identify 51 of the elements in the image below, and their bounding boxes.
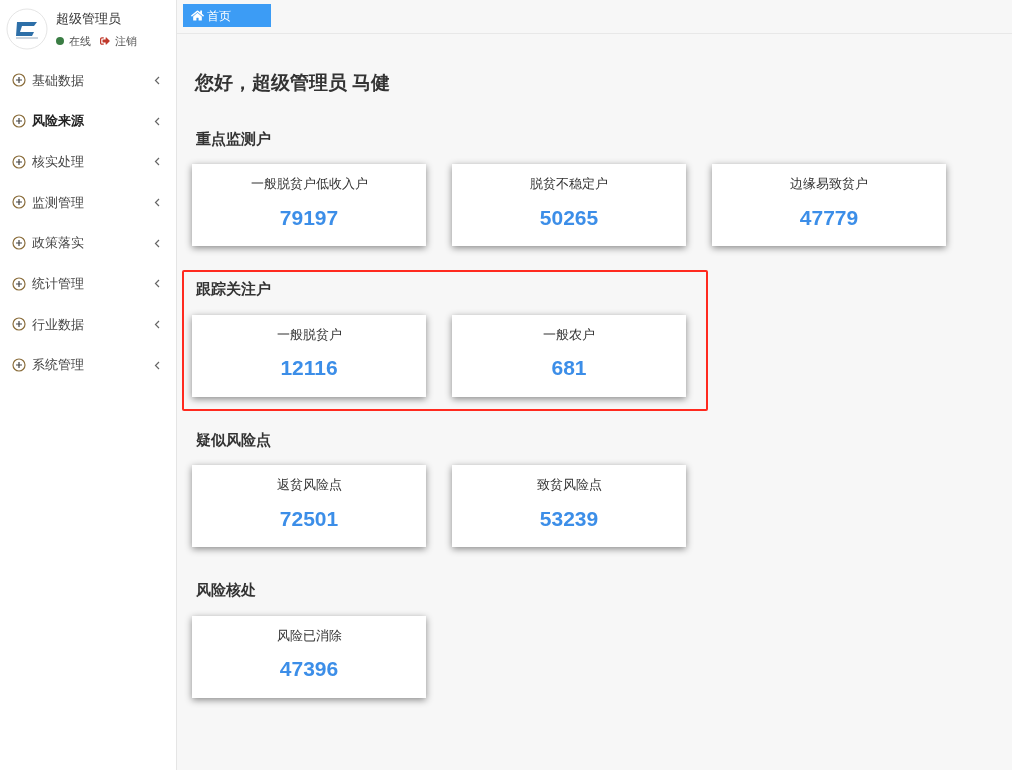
- plus-circle-icon: [12, 317, 26, 332]
- plus-circle-icon: [12, 195, 26, 210]
- stat-label: 一般脱贫户: [276, 325, 342, 344]
- menu-item[interactable]: 政策落实: [0, 222, 176, 264]
- menu-item[interactable]: 行业数据: [0, 304, 176, 345]
- menu-item[interactable]: 核实处理: [0, 141, 176, 183]
- logout-icon: [100, 36, 110, 47]
- stat-label: 返贫风险点: [276, 476, 342, 494]
- section-title: 风险核处: [196, 580, 257, 600]
- stat-value: 53239: [539, 505, 599, 532]
- chevron-left-icon: [154, 360, 160, 370]
- chevron-left-icon: [154, 319, 160, 329]
- menu-item[interactable]: 基础数据: [0, 60, 176, 101]
- menu-item[interactable]: 风险来源: [0, 100, 176, 142]
- chevron-left-icon: [154, 238, 160, 248]
- plus-circle-icon: [12, 358, 26, 373]
- online-status: 在线: [69, 34, 91, 49]
- menu-item[interactable]: 系统管理: [0, 344, 176, 386]
- stat-value: 50265: [539, 204, 599, 231]
- stat-value: 79197: [279, 204, 339, 231]
- stat-label: 边缘易致贫户: [790, 175, 868, 193]
- stat-label: 脱贫不稳定户: [530, 175, 608, 193]
- home-icon: [191, 9, 204, 22]
- stat-label: 风险已消除: [276, 626, 342, 645]
- menu-item[interactable]: 统计管理: [0, 263, 176, 305]
- plus-circle-icon: [12, 236, 26, 251]
- logout-link[interactable]: 注销: [115, 33, 137, 50]
- stat-label: 一般农户: [543, 325, 595, 344]
- stat-value: 72501: [279, 505, 339, 532]
- plus-circle-icon: [12, 73, 26, 88]
- menu-item[interactable]: 监测管理: [0, 182, 176, 223]
- stat-value: 12116: [280, 355, 338, 381]
- plus-circle-icon: [12, 276, 26, 291]
- logo-icon: [6, 8, 48, 50]
- greeting-title: 您好，超级管理员 马健: [195, 71, 391, 95]
- chevron-left-icon: [154, 197, 160, 207]
- stat-value: 47779: [799, 204, 859, 231]
- plus-circle-icon: [12, 114, 26, 129]
- stat-value: 681: [551, 355, 587, 381]
- chevron-left-icon: [154, 116, 160, 126]
- chevron-left-icon: [154, 157, 160, 167]
- plus-circle-icon: [12, 154, 26, 169]
- user-name: 超级管理员: [56, 9, 122, 28]
- section-title: 重点监测户: [196, 128, 272, 149]
- stat-label: 一般脱贫户低收入户: [250, 175, 368, 193]
- section-title: 跟踪关注户: [196, 279, 272, 299]
- stat-value: 47396: [279, 656, 339, 682]
- chevron-left-icon: [154, 75, 160, 85]
- stat-label: 致贫风险点: [536, 476, 602, 494]
- section-title: 疑似风险点: [196, 429, 272, 450]
- chevron-left-icon: [154, 279, 160, 289]
